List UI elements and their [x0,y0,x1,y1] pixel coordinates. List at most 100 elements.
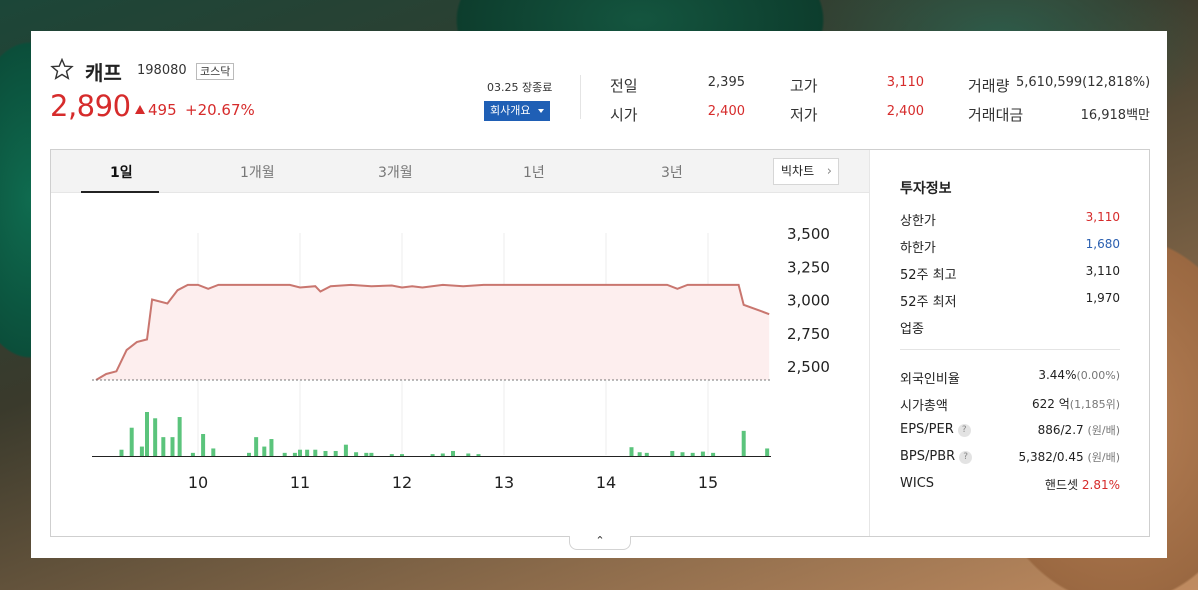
tab-1year[interactable]: 1년 [523,162,545,182]
volume-bar [741,430,746,456]
stock-summary-card: 캐프 198080 코스닥 2,890 495 +20.67% 03.25 장종… [31,31,1167,558]
volume-label: 거래량 [968,77,1010,95]
tab-1month[interactable]: 1개월 [240,162,275,182]
wics-row: WICS 핸드셋 2.81% [900,476,1120,503]
period-tabs: 1일 1개월 3개월 1년 3년 빅차트 › [51,150,869,193]
volume-bar [262,446,267,456]
price-change: 495 [135,101,177,119]
divider [900,349,1120,350]
prev-close-label: 전일 [610,77,638,95]
amount-label: 거래대금 [968,106,1024,124]
foreign-label: 외국인비율 [900,372,960,387]
volume-bar [305,449,310,456]
eps-amount: 886/2.7 [1037,423,1084,437]
high52-label: 52주 최고 [900,268,957,283]
volume-bar [201,434,206,456]
volume-value: 5,610,599(12,818%) [1016,75,1151,90]
low-label: 저가 [790,106,818,124]
x-tick-label: 14 [596,473,616,492]
lower-limit-row: 하한가 1,680 [900,237,1120,264]
high-value: 3,110 [886,75,924,90]
tab-3month[interactable]: 3개월 [378,162,413,182]
volume-bar [400,454,404,456]
company-overview-label: 회사개요 [490,104,531,117]
market-close-status: 03.25 장종료 [487,81,553,94]
volume-bar [129,427,134,456]
company-overview-button[interactable]: 회사개요 [484,101,550,121]
low52-row: 52주 최저 1,970 [900,291,1120,318]
bigchart-label: 빅차트 [781,164,815,178]
current-price: 2,890 [50,89,131,123]
tab-3year[interactable]: 3년 [661,162,683,182]
volume-bar [476,454,481,456]
volume-bar [333,450,338,456]
amount-value: 16,918백만 [1080,108,1150,123]
bigchart-button[interactable]: 빅차트 › [773,158,839,185]
x-tick-label: 13 [494,473,514,492]
market-cap-amount: 622 억 [1032,397,1070,411]
x-tick-label: 15 [698,473,718,492]
eps-value: 886/2.7 (원/배) [1038,422,1120,438]
y-tick-label: 3,250 [787,258,830,276]
volume-bar [190,452,195,456]
price-change-rate: +20.67% [185,101,255,119]
chevron-right-icon: › [826,164,832,179]
volume-bar [354,452,359,456]
price-area [96,284,770,380]
help-icon[interactable]: ? [959,451,973,464]
divider [580,75,581,119]
volume-bar [711,452,716,456]
help-icon[interactable]: ? [957,424,971,437]
intraday-chart[interactable]: 3,500 3,250 3,000 2,750 2,500 10 11 12 13 14 15 [51,193,869,536]
bps-value: 5,382/0.45 (원/배) [1019,449,1120,465]
tab-1day[interactable]: 1일 [110,162,133,182]
foreign-sub: (0.00%) [1076,369,1120,382]
foreign-rate: 3.44% [1038,368,1077,382]
x-tick-label: 10 [188,473,208,492]
sector-label[interactable]: 업종 [900,318,924,337]
divider [869,150,870,536]
favorite-star-icon[interactable] [50,58,74,80]
volume-bar [690,452,695,456]
wics-value[interactable]: 핸드셋 2.81% [1045,476,1120,493]
volume-bar [170,437,175,456]
caret-down-icon [538,109,544,113]
volume-bar [644,452,649,456]
bps-label: BPS/PBR? [900,449,973,464]
volume-bar [440,453,445,456]
volume-bar [298,449,302,456]
upper-limit-row: 상한가 3,110 [900,210,1120,237]
volume-bar [254,437,259,456]
open-value: 2,400 [707,104,745,119]
upper-limit-label: 상한가 [900,214,936,229]
bps-label-text: BPS/PBR [900,449,956,464]
volume-bar [364,452,369,456]
volume-bar [670,450,675,456]
y-tick-label: 2,750 [787,325,830,343]
collapse-button[interactable]: ⌃ [569,535,631,550]
market-cap-value: 622 억(1,185위) [1032,395,1120,412]
volume-bar [211,448,216,456]
y-tick-label: 3,500 [787,225,830,243]
bps-unit: (원/배) [1087,451,1120,464]
sector-row: 업종 [900,318,1120,345]
wics-sector: 핸드셋 [1044,478,1079,492]
volume-bar [466,453,471,456]
investment-info-title: 투자정보 [900,181,952,197]
chart-panel: 1일 1개월 3개월 1년 3년 빅차트 › 3,500 3,250 3,000 2,7… [50,149,1150,537]
volume-bar [177,417,182,456]
x-tick-label: 12 [392,473,412,492]
eps-label: EPS/PER? [900,422,971,437]
upper-limit-value: 3,110 [1085,210,1120,224]
volume-bar [292,452,297,456]
bps-row: BPS/PBR? 5,382/0.45 (원/배) [900,449,1120,476]
eps-row: EPS/PER? 886/2.7 (원/배) [900,422,1120,449]
volume-bar [153,418,158,456]
volume-bar [323,450,328,456]
y-tick-label: 2,500 [787,358,830,376]
wics-label: WICS [900,476,935,491]
market-cap-rank: (1,185위) [1069,398,1120,411]
stock-name[interactable]: 캐프 [85,57,122,86]
volume-bar [451,450,455,456]
y-tick-label: 3,000 [787,292,830,310]
